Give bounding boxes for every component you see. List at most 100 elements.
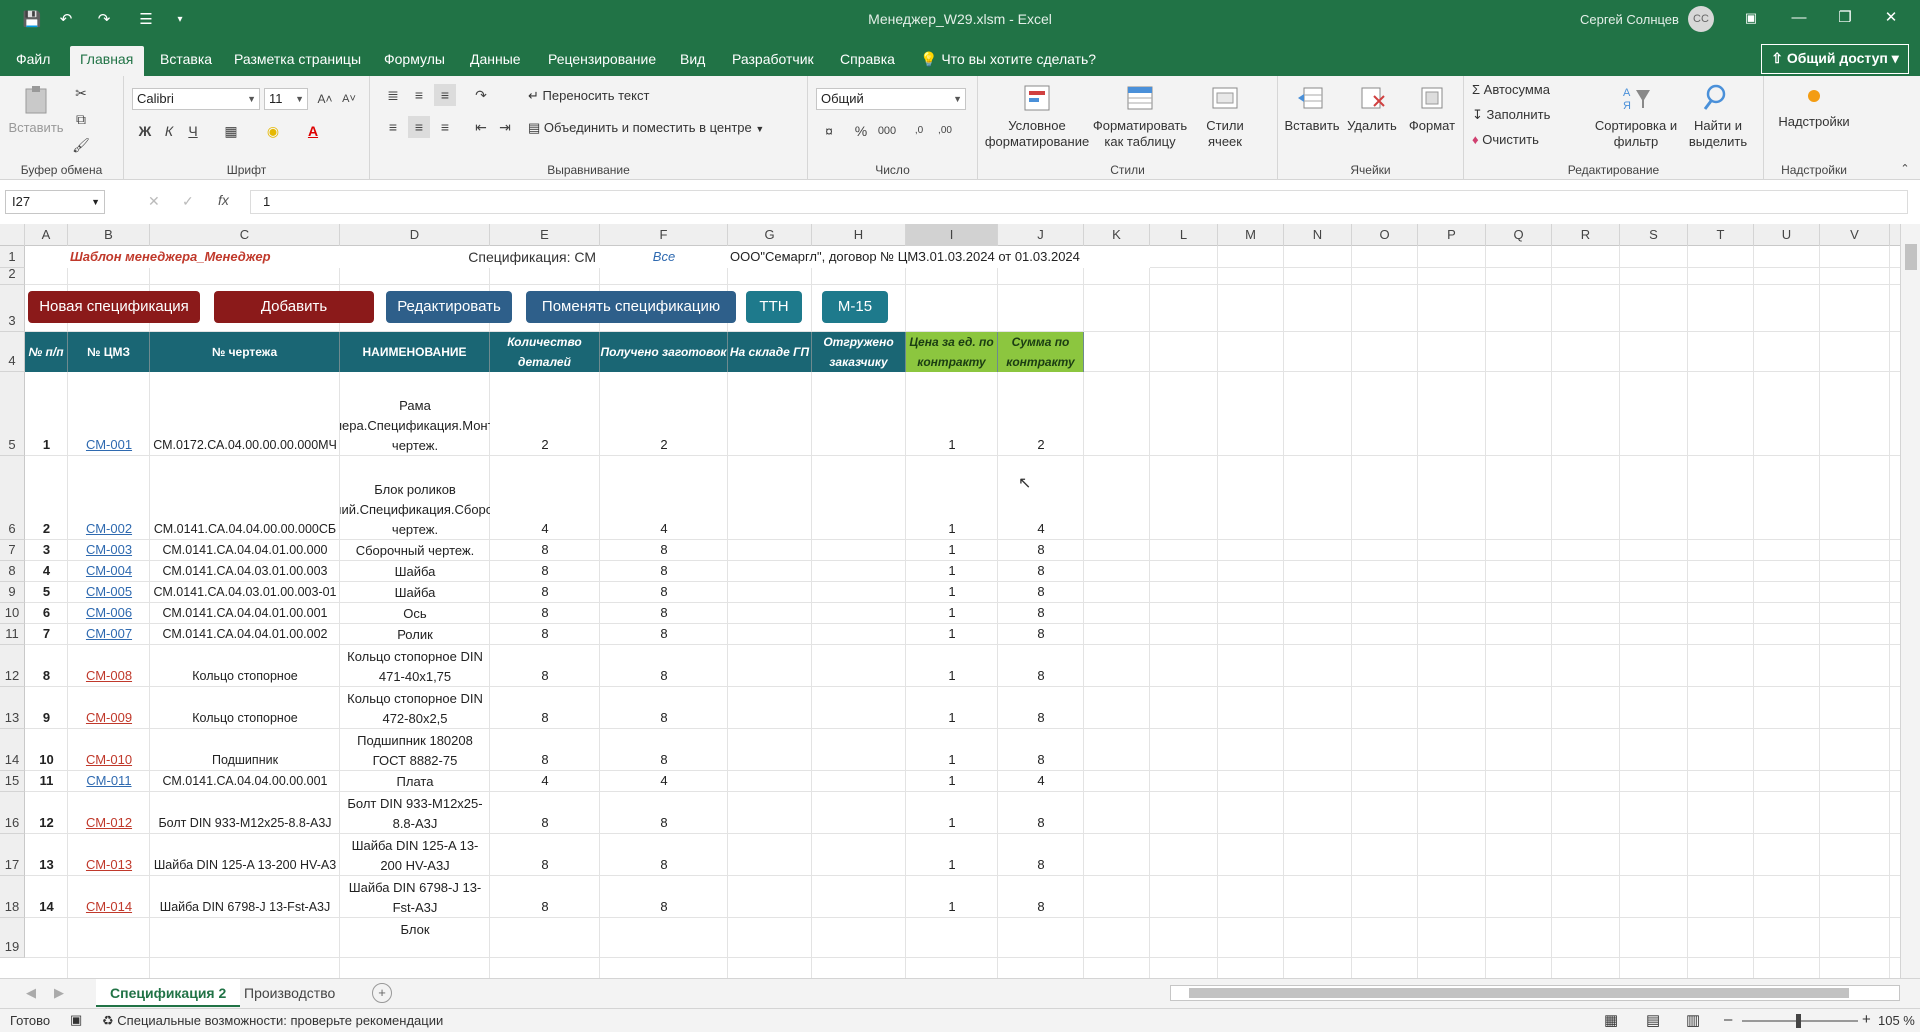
fx-icon[interactable]: fx bbox=[218, 192, 229, 208]
decrease-indent-icon[interactable]: ⇤ bbox=[470, 116, 492, 138]
filter-all[interactable]: Все bbox=[600, 246, 728, 268]
accessibility-status[interactable]: ♻ Специальные возможности: проверьте рек… bbox=[102, 1013, 443, 1029]
column-header-r[interactable]: R bbox=[1552, 224, 1620, 246]
shrink-font-icon[interactable]: A˅ bbox=[338, 88, 360, 110]
name-box[interactable]: I27 ▼ bbox=[5, 190, 105, 214]
cmz-link[interactable]: СМ-010 bbox=[68, 729, 150, 771]
enter-icon[interactable]: ✓ bbox=[182, 193, 194, 210]
column-header-o[interactable]: O bbox=[1352, 224, 1418, 246]
column-header-j[interactable]: J bbox=[998, 224, 1084, 246]
row-header-16[interactable]: 16 bbox=[0, 792, 25, 834]
fill-button[interactable]: ↧ Заполнить bbox=[1472, 107, 1592, 123]
add-button[interactable]: Добавить bbox=[214, 291, 374, 323]
column-header-f[interactable]: F bbox=[600, 224, 728, 246]
zoom-in-icon[interactable]: + bbox=[1862, 1011, 1871, 1028]
row-header-17[interactable]: 17 bbox=[0, 834, 25, 876]
m15-button[interactable]: М-15 bbox=[822, 291, 888, 323]
add-sheet-icon[interactable]: + bbox=[372, 983, 392, 1003]
avatar[interactable]: СС bbox=[1688, 6, 1714, 32]
formula-input[interactable]: 1 bbox=[250, 190, 1908, 214]
tell-me-box[interactable]: 💡 Что вы хотите сделать? bbox=[920, 46, 1096, 72]
cmz-link[interactable]: СМ-004 bbox=[68, 561, 150, 582]
zoom-slider-thumb[interactable] bbox=[1796, 1014, 1801, 1028]
orientation-icon[interactable]: ↷ bbox=[470, 84, 492, 106]
tab-insert[interactable]: Вставка bbox=[150, 46, 222, 76]
row-header-15[interactable]: 15 bbox=[0, 771, 25, 792]
column-header-d[interactable]: D bbox=[340, 224, 490, 246]
row-header-2[interactable]: 2 bbox=[0, 266, 25, 285]
clear-button[interactable]: ♦ Очистить bbox=[1472, 132, 1592, 148]
grow-font-icon[interactable]: A˄ bbox=[314, 88, 336, 110]
align-right-icon[interactable]: ≡ bbox=[434, 116, 456, 138]
addins-button[interactable]: Надстройки bbox=[1768, 90, 1860, 130]
sort-filter-button[interactable]: AЯ Сортировка и фильтр bbox=[1594, 82, 1678, 150]
cmz-link[interactable]: СМ-003 bbox=[68, 540, 150, 561]
cell-styles-button[interactable]: Стили ячеек bbox=[1190, 82, 1260, 150]
zoom-out-icon[interactable]: – bbox=[1724, 1011, 1732, 1028]
column-header-i[interactable]: I bbox=[906, 224, 998, 246]
column-header-k[interactable]: K bbox=[1084, 224, 1150, 246]
percent-icon[interactable]: % bbox=[850, 120, 872, 142]
cmz-link[interactable]: СМ-001 bbox=[68, 372, 150, 456]
row-header-13[interactable]: 13 bbox=[0, 687, 25, 729]
insert-cells-button[interactable]: Вставить bbox=[1282, 82, 1342, 134]
horizontal-scrollbar[interactable] bbox=[1170, 985, 1900, 1001]
cut-icon[interactable]: ✂ bbox=[70, 82, 92, 104]
row-header-7[interactable]: 7 bbox=[0, 540, 25, 561]
format-painter-icon[interactable]: 🖌 bbox=[70, 134, 92, 156]
row-header-9[interactable]: 9 bbox=[0, 582, 25, 603]
prev-sheet-icon[interactable]: ◀ bbox=[26, 985, 36, 1001]
column-header-t[interactable]: T bbox=[1688, 224, 1754, 246]
column-header-s[interactable]: S bbox=[1620, 224, 1688, 246]
column-header-u[interactable]: U bbox=[1754, 224, 1820, 246]
find-select-button[interactable]: Найти и выделить bbox=[1680, 82, 1756, 150]
tab-data[interactable]: Данные bbox=[460, 46, 531, 76]
align-middle-icon[interactable]: ≡ bbox=[408, 84, 430, 106]
row-header-6[interactable]: 6 bbox=[0, 456, 25, 540]
page-break-view-icon[interactable]: ▥ bbox=[1686, 1011, 1700, 1029]
merge-center-button[interactable]: ▤ Объединить и поместить в центре ▼ bbox=[528, 120, 798, 137]
column-header-p[interactable]: P bbox=[1418, 224, 1486, 246]
normal-view-icon[interactable]: ▦ bbox=[1604, 1011, 1618, 1029]
align-bottom-icon[interactable]: ≡ bbox=[434, 84, 456, 106]
increase-decimal-icon[interactable]: ,0 bbox=[908, 120, 930, 142]
delete-cells-button[interactable]: Удалить bbox=[1342, 82, 1402, 134]
column-header-a[interactable]: A bbox=[25, 224, 68, 246]
ttn-button[interactable]: ТТН bbox=[746, 291, 802, 323]
cmz-link[interactable]: СМ-014 bbox=[68, 876, 150, 918]
row-header-3[interactable]: 3 bbox=[0, 285, 25, 332]
column-header-m[interactable]: M bbox=[1218, 224, 1284, 246]
share-button[interactable]: ⇧ Общий доступ ▾ bbox=[1761, 44, 1909, 74]
wrap-text-button[interactable]: ↵ Переносить текст bbox=[528, 88, 688, 104]
autosum-button[interactable]: Σ Автосумма bbox=[1472, 82, 1592, 98]
tab-file[interactable]: Файл bbox=[6, 46, 60, 76]
italic-button[interactable]: К bbox=[158, 120, 180, 142]
user-name[interactable]: Сергей Солнцев bbox=[1580, 12, 1679, 27]
column-header-g[interactable]: G bbox=[728, 224, 812, 246]
tab-developer[interactable]: Разработчик bbox=[722, 46, 824, 76]
column-header-e[interactable]: E bbox=[490, 224, 600, 246]
cancel-icon[interactable]: ✕ bbox=[148, 193, 160, 210]
underline-button[interactable]: Ч bbox=[182, 120, 204, 142]
font-name-select[interactable]: Calibri ▼ bbox=[132, 88, 260, 110]
vertical-scrollbar[interactable] bbox=[1900, 224, 1920, 978]
zoom-level[interactable]: 105 % bbox=[1878, 1013, 1915, 1028]
copy-icon[interactable]: ⧉ bbox=[70, 108, 92, 130]
cmz-link[interactable]: СМ-012 bbox=[68, 792, 150, 834]
next-sheet-icon[interactable]: ▶ bbox=[54, 985, 64, 1001]
close-icon[interactable]: ✕ bbox=[1868, 0, 1914, 38]
tab-home[interactable]: Главная bbox=[70, 46, 144, 76]
number-format-select[interactable]: Общий ▼ bbox=[816, 88, 966, 110]
conditional-formatting-button[interactable]: Условное форматирование bbox=[984, 82, 1090, 150]
sheet-tab-production[interactable]: Производство bbox=[230, 979, 349, 1007]
borders-icon[interactable]: ▦ bbox=[220, 120, 242, 142]
align-top-icon[interactable]: ≣ bbox=[382, 84, 404, 106]
tab-help[interactable]: Справка bbox=[830, 46, 905, 76]
font-color-icon[interactable]: A bbox=[302, 120, 324, 142]
column-header-b[interactable]: B bbox=[68, 224, 150, 246]
tab-review[interactable]: Рецензирование bbox=[538, 46, 666, 76]
select-all-corner[interactable] bbox=[0, 224, 25, 246]
tab-view[interactable]: Вид bbox=[670, 46, 715, 76]
row-header-14[interactable]: 14 bbox=[0, 729, 25, 771]
row-header-11[interactable]: 11 bbox=[0, 624, 25, 645]
